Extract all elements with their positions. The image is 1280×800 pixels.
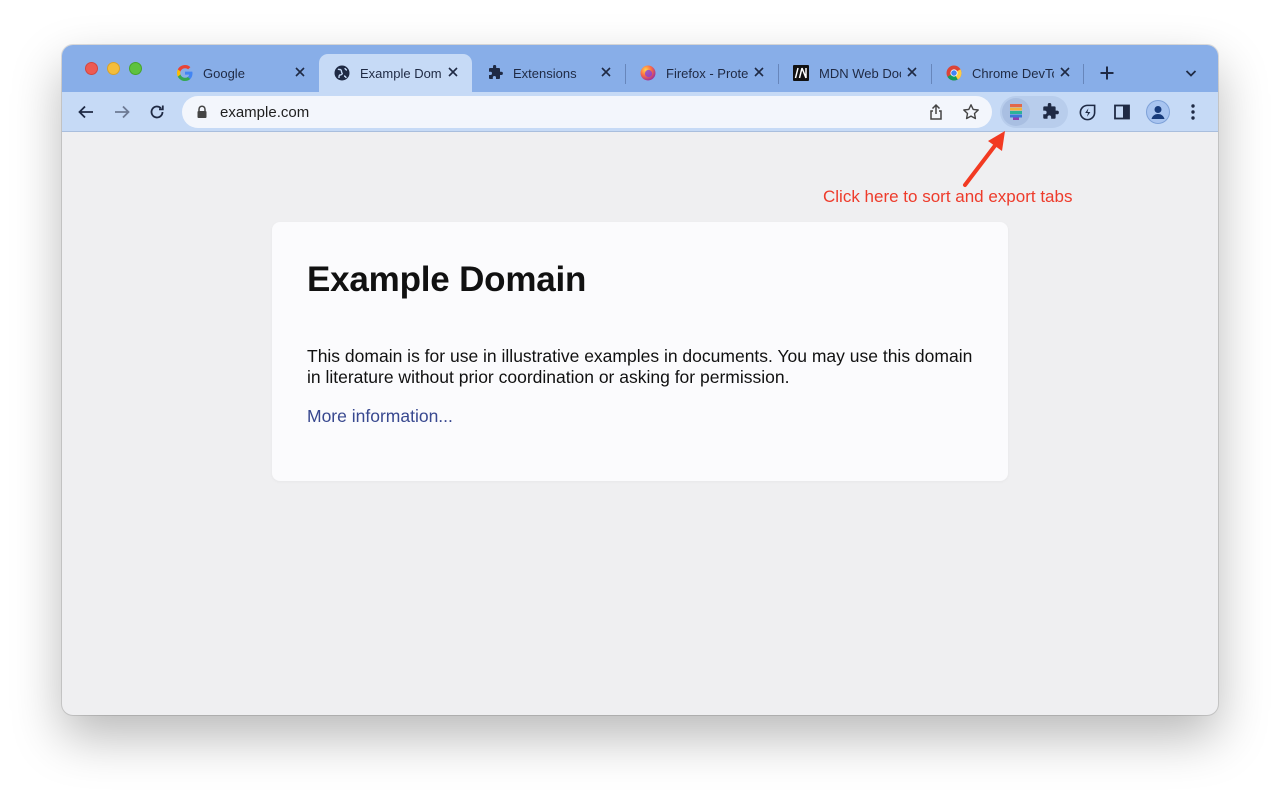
tab-sort-extension-icon <box>1010 104 1022 120</box>
bookmark-star-icon[interactable] <box>962 103 980 121</box>
close-tab-icon[interactable] <box>293 65 307 79</box>
energy-saver-button[interactable] <box>1077 102 1097 122</box>
share-icon[interactable] <box>927 103 945 121</box>
content-card: Example Domain This domain is for use in… <box>272 222 1008 481</box>
chevron-down-icon <box>1185 70 1197 77</box>
close-tab-icon[interactable] <box>599 65 613 79</box>
forward-arrow-icon <box>115 105 130 119</box>
tab-title: MDN Web Docs <box>819 65 901 81</box>
forward-button[interactable] <box>112 102 132 122</box>
toolbar: example.com <box>62 92 1218 132</box>
annotation-arrow-icon <box>963 131 1005 187</box>
tab-extensions[interactable]: Extensions <box>472 54 625 92</box>
tab-strip: Google Example Domain <box>62 45 1218 92</box>
tab-mdn[interactable]: MDN Web Docs <box>778 54 931 92</box>
google-g-icon <box>177 65 193 81</box>
extensions-menu-button[interactable] <box>1040 102 1060 122</box>
tab-sort-extension-button[interactable] <box>1002 98 1030 126</box>
tab-search-button[interactable] <box>1182 64 1200 82</box>
close-window-button[interactable] <box>85 62 98 75</box>
reload-button[interactable] <box>147 102 167 122</box>
url-text[interactable]: example.com <box>220 104 309 121</box>
side-panel-icon <box>1114 104 1130 120</box>
tab-chrome-devtools[interactable]: Chrome DevTools <box>931 54 1084 92</box>
leaf-bolt-icon <box>1079 104 1095 120</box>
annotation-label: Click here to sort and export tabs <box>823 187 1073 206</box>
tab-title: Extensions <box>513 65 577 81</box>
back-arrow-icon <box>78 105 93 119</box>
page-paragraph: This domain is for use in illustrative e… <box>307 346 973 387</box>
puzzle-icon <box>487 65 503 81</box>
puzzle-icon <box>1043 103 1059 119</box>
zoom-window-button[interactable] <box>129 62 142 75</box>
page-heading: Example Domain <box>307 260 587 299</box>
tab-title: Example Domain <box>360 65 442 81</box>
tab-title: Google <box>203 65 245 81</box>
new-tab-button[interactable] <box>1096 62 1118 84</box>
tab-google[interactable]: Google <box>162 54 319 92</box>
back-button[interactable] <box>76 102 96 122</box>
firefox-icon <box>640 65 656 81</box>
globe-icon <box>334 65 350 81</box>
more-information-link[interactable]: More information... <box>307 406 453 427</box>
close-tab-icon[interactable] <box>1058 65 1072 79</box>
address-bar[interactable]: example.com <box>182 96 992 128</box>
lock-icon <box>197 105 207 118</box>
kebab-menu-icon <box>1191 104 1195 120</box>
tab-example-domain[interactable]: Example Domain <box>319 54 472 92</box>
minimize-window-button[interactable] <box>107 62 120 75</box>
chrome-menu-button[interactable] <box>1183 102 1203 122</box>
mdn-icon <box>793 65 809 81</box>
person-icon <box>1151 106 1165 119</box>
tab-firefox[interactable]: Firefox - Protect your life online with … <box>625 54 778 92</box>
tab-title: Firefox - Protect your life online with … <box>666 65 748 81</box>
close-tab-icon[interactable] <box>905 65 919 79</box>
tab-separator <box>1083 64 1084 84</box>
plus-icon <box>1100 66 1114 80</box>
close-tab-icon[interactable] <box>446 65 460 79</box>
chrome-icon <box>946 65 962 81</box>
side-panel-button[interactable] <box>1112 102 1132 122</box>
profile-avatar-button[interactable] <box>1146 100 1170 124</box>
browser-window: Google Example Domain <box>62 45 1218 715</box>
tab-title: Chrome DevTools <box>972 65 1054 81</box>
close-tab-icon[interactable] <box>752 65 766 79</box>
reload-icon <box>150 105 164 119</box>
